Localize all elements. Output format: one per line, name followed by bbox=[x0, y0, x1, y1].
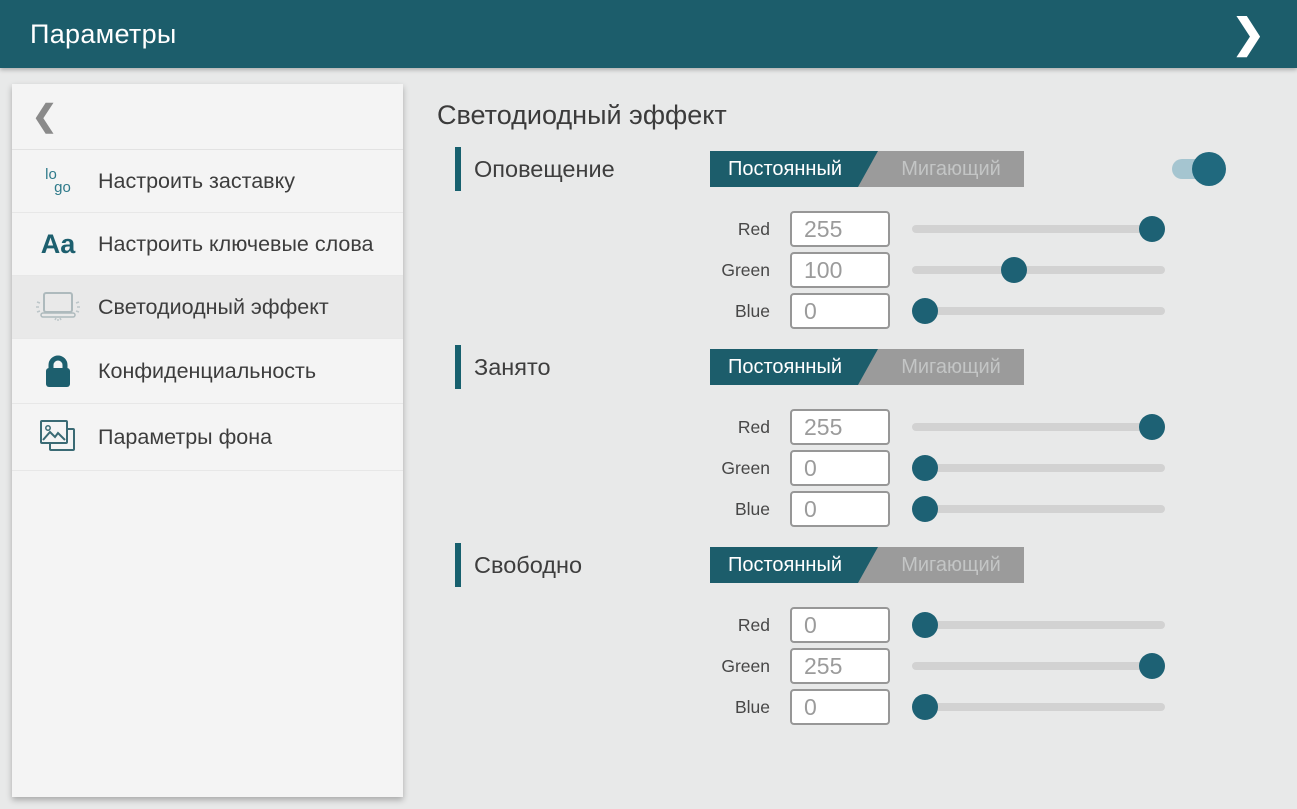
green-slider[interactable] bbox=[912, 648, 1165, 684]
section-accent-bar bbox=[455, 147, 461, 191]
section-free: Свободно Постоянный Мигающий Red Green bbox=[437, 543, 1297, 725]
section-title: Свободно bbox=[474, 552, 582, 579]
sidebar-item-label: Настроить ключевые слова bbox=[98, 231, 373, 257]
rgb-row-blue: Blue bbox=[700, 491, 1297, 527]
red-slider[interactable] bbox=[912, 607, 1165, 643]
mode-blinking-button[interactable]: Мигающий bbox=[878, 151, 1024, 187]
sidebar-back-button[interactable]: ❮ bbox=[12, 84, 403, 150]
red-value-input[interactable] bbox=[790, 211, 890, 247]
sidebar-item-label: Светодиодный эффект bbox=[98, 294, 329, 320]
rgb-row-red: Red bbox=[700, 607, 1297, 643]
slider-track bbox=[912, 505, 1165, 513]
mode-blinking-button[interactable]: Мигающий bbox=[878, 547, 1024, 583]
slider-thumb[interactable] bbox=[1139, 216, 1165, 242]
keywords-icon: Aa bbox=[34, 229, 82, 260]
sidebar-item-label: Настроить заставку bbox=[98, 168, 295, 194]
app-header: Параметры ❯ bbox=[0, 0, 1297, 68]
green-label: Green bbox=[700, 656, 790, 677]
sidebar-item-led-effect[interactable]: Светодиодный эффект bbox=[12, 276, 403, 339]
rgb-row-red: Red bbox=[700, 211, 1297, 247]
mode-blinking-button[interactable]: Мигающий bbox=[878, 349, 1024, 385]
green-value-input[interactable] bbox=[790, 450, 890, 486]
settings-sidebar: ❮ logo Настроить заставку Aa Настроить к… bbox=[12, 84, 403, 797]
mode-toggle-group: Постоянный Мигающий bbox=[710, 349, 1024, 385]
red-value-input[interactable] bbox=[790, 409, 890, 445]
section-accent-bar bbox=[455, 345, 461, 389]
blue-value-input[interactable] bbox=[790, 491, 890, 527]
section-title: Занято bbox=[474, 354, 551, 381]
slider-thumb[interactable] bbox=[912, 694, 938, 720]
section-accent-bar bbox=[455, 543, 461, 587]
background-icon bbox=[34, 417, 82, 457]
blue-slider[interactable] bbox=[912, 293, 1165, 329]
green-slider[interactable] bbox=[912, 450, 1165, 486]
page-title: Светодиодный эффект bbox=[437, 100, 1297, 131]
slider-track bbox=[912, 225, 1165, 233]
sidebar-item-screensaver[interactable]: logo Настроить заставку bbox=[12, 150, 403, 213]
red-value-input[interactable] bbox=[790, 607, 890, 643]
red-label: Red bbox=[700, 417, 790, 438]
blue-slider[interactable] bbox=[912, 689, 1165, 725]
mode-constant-button[interactable]: Постоянный bbox=[710, 349, 878, 385]
sidebar-item-label: Конфиденциальность bbox=[98, 358, 316, 384]
slider-thumb[interactable] bbox=[912, 496, 938, 522]
green-slider[interactable] bbox=[912, 252, 1165, 288]
led-effect-icon bbox=[34, 290, 82, 324]
mode-toggle-group: Постоянный Мигающий bbox=[710, 151, 1024, 187]
green-label: Green bbox=[700, 458, 790, 479]
slider-thumb[interactable] bbox=[1139, 653, 1165, 679]
rgb-row-green: Green bbox=[700, 648, 1297, 684]
green-label: Green bbox=[700, 260, 790, 281]
lock-icon bbox=[34, 352, 82, 390]
slider-thumb[interactable] bbox=[1001, 257, 1027, 283]
back-chevron-icon: ❮ bbox=[32, 99, 57, 134]
section-title: Оповещение bbox=[474, 156, 615, 183]
sidebar-item-background[interactable]: Параметры фона bbox=[12, 404, 403, 471]
blue-label: Blue bbox=[700, 499, 790, 520]
blue-label: Blue bbox=[700, 697, 790, 718]
slider-track bbox=[912, 703, 1165, 711]
blue-label: Blue bbox=[700, 301, 790, 322]
mode-constant-button[interactable]: Постоянный bbox=[710, 547, 878, 583]
slider-track bbox=[912, 307, 1165, 315]
sidebar-item-label: Параметры фона bbox=[98, 424, 272, 450]
rgb-row-red: Red bbox=[700, 409, 1297, 445]
slider-track bbox=[912, 423, 1165, 431]
mode-constant-button[interactable]: Постоянный bbox=[710, 151, 878, 187]
page-header-title: Параметры bbox=[30, 19, 177, 50]
sidebar-item-keywords[interactable]: Aa Настроить ключевые слова bbox=[12, 213, 403, 276]
rgb-row-blue: Blue bbox=[700, 689, 1297, 725]
blue-value-input[interactable] bbox=[790, 689, 890, 725]
slider-thumb[interactable] bbox=[912, 455, 938, 481]
slider-track bbox=[912, 662, 1165, 670]
mode-toggle-group: Постоянный Мигающий bbox=[710, 547, 1024, 583]
rgb-row-blue: Blue bbox=[700, 293, 1297, 329]
slider-thumb[interactable] bbox=[912, 298, 938, 324]
red-slider[interactable] bbox=[912, 211, 1165, 247]
rgb-row-green: Green bbox=[700, 450, 1297, 486]
sidebar-item-privacy[interactable]: Конфиденциальность bbox=[12, 339, 403, 404]
led-effect-panel: Светодиодный эффект Оповещение Постоянны… bbox=[437, 68, 1297, 730]
green-value-input[interactable] bbox=[790, 648, 890, 684]
red-label: Red bbox=[700, 219, 790, 240]
slider-thumb[interactable] bbox=[1139, 414, 1165, 440]
slider-thumb[interactable] bbox=[912, 612, 938, 638]
blue-value-input[interactable] bbox=[790, 293, 890, 329]
red-slider[interactable] bbox=[912, 409, 1165, 445]
rgb-row-green: Green bbox=[700, 252, 1297, 288]
alert-enabled-switch[interactable] bbox=[1172, 159, 1216, 179]
slider-track bbox=[912, 621, 1165, 629]
green-value-input[interactable] bbox=[790, 252, 890, 288]
logo-icon: logo bbox=[34, 168, 82, 194]
slider-track bbox=[912, 266, 1165, 274]
blue-slider[interactable] bbox=[912, 491, 1165, 527]
section-busy: Занято Постоянный Мигающий Red Green bbox=[437, 345, 1297, 527]
switch-knob bbox=[1192, 152, 1226, 186]
red-label: Red bbox=[700, 615, 790, 636]
forward-chevron-icon[interactable]: ❯ bbox=[1225, 0, 1271, 68]
slider-track bbox=[912, 464, 1165, 472]
section-alert: Оповещение Постоянный Мигающий Red Green bbox=[437, 147, 1297, 329]
